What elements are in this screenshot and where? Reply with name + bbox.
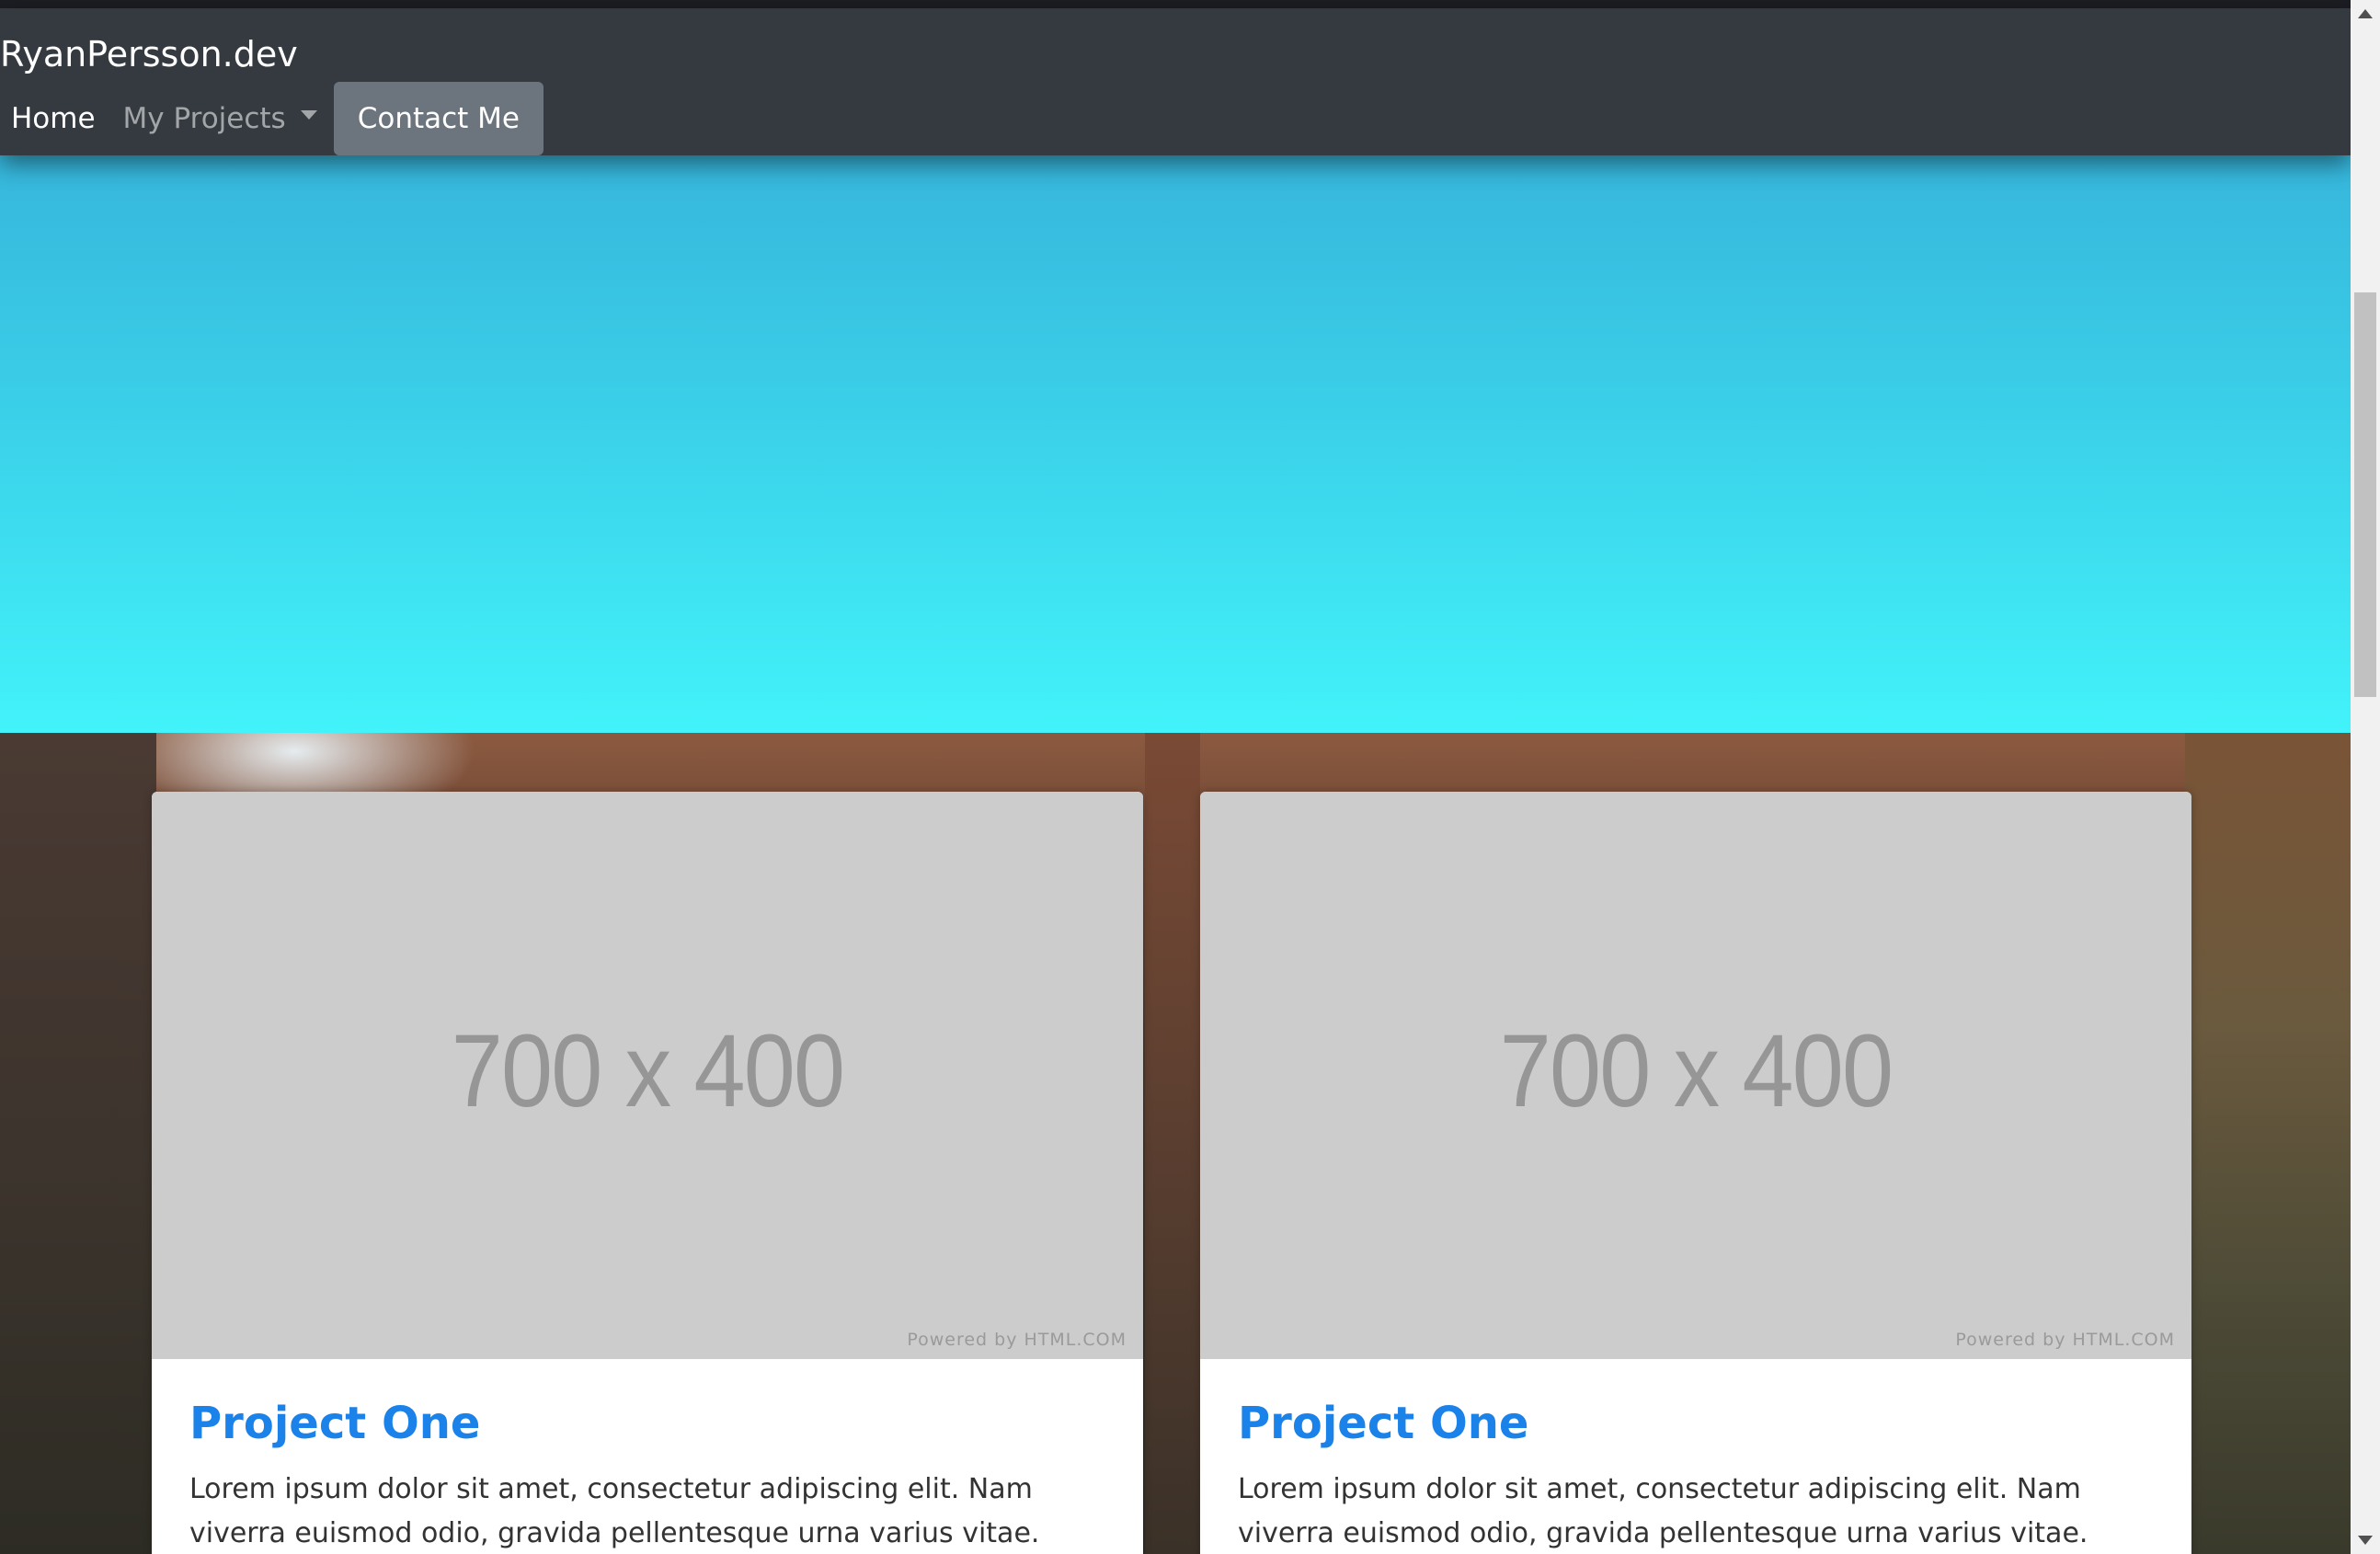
project-card-text: Lorem ipsum dolor sit amet, consectetur … <box>189 1473 1040 1549</box>
placeholder-dimensions: 700 x 400 <box>1499 1013 1894 1128</box>
project-card-text: Lorem ipsum dolor sit amet, consectetur … <box>1238 1473 2088 1549</box>
project-card-body: Project One Lorem ipsum dolor sit amet, … <box>152 1359 1143 1554</box>
project-card: 700 x 400 Powered by HTML.COM Project On… <box>152 792 1143 1554</box>
nav-my-projects-dropdown[interactable]: My Projects <box>114 82 332 155</box>
project-card: 700 x 400 Powered by HTML.COM Project On… <box>1200 792 2191 1554</box>
scroll-up-arrow-icon[interactable] <box>2351 0 2380 28</box>
project-card-image-placeholder: 700 x 400 Powered by HTML.COM <box>1200 792 2191 1359</box>
project-card-title[interactable]: Project One <box>189 1396 1106 1451</box>
placeholder-powered-by: Powered by HTML.COM <box>907 1330 1127 1350</box>
top-strip <box>0 0 2351 8</box>
nav-home-link[interactable]: Home <box>0 82 114 155</box>
nav-my-projects-label: My Projects <box>122 102 286 135</box>
scrollbar-thumb[interactable] <box>2354 292 2376 697</box>
placeholder-powered-by: Powered by HTML.COM <box>1955 1330 2175 1350</box>
background-rock-middle <box>1145 733 1200 1554</box>
background-cliff-left <box>0 733 156 1554</box>
caret-down-icon <box>300 110 317 120</box>
placeholder-dimensions: 700 x 400 <box>451 1013 845 1128</box>
navbar-brand[interactable]: RyanPersson.dev <box>0 30 298 78</box>
vertical-scrollbar[interactable] <box>2351 0 2380 1554</box>
contact-me-button[interactable]: Contact Me <box>333 82 544 155</box>
project-card-title[interactable]: Project One <box>1238 1396 2155 1451</box>
background-hillside-right <box>2185 733 2351 1554</box>
hero-banner <box>0 155 2351 733</box>
navbar: RyanPersson.dev Home My Projects Contact… <box>0 8 2351 155</box>
scroll-down-arrow-icon[interactable] <box>2351 1526 2380 1554</box>
project-card-image-placeholder: 700 x 400 Powered by HTML.COM <box>152 792 1143 1359</box>
nav-links: Home My Projects Contact Me <box>0 82 544 155</box>
page: RyanPersson.dev Home My Projects Contact… <box>0 0 2351 1554</box>
project-card-body: Project One Lorem ipsum dolor sit amet, … <box>1200 1359 2191 1554</box>
